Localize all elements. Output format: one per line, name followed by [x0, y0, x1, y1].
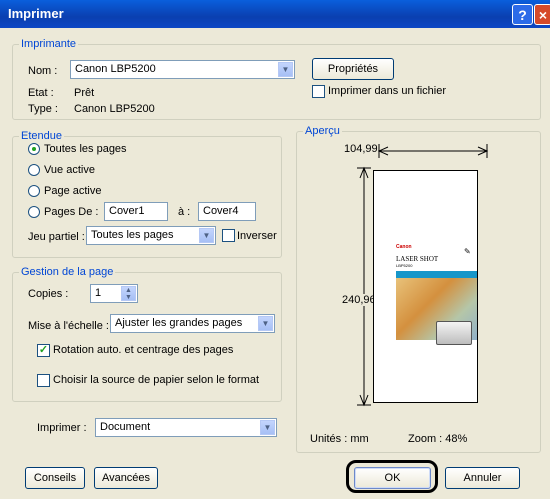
subset-select[interactable]: Toutes les pages ▼: [86, 226, 216, 245]
scaling-value: Ajuster les grandes pages: [115, 317, 243, 329]
auto-rotate-label[interactable]: Rotation auto. et centrage des pages: [53, 344, 233, 356]
printer-group-label: Imprimante: [19, 38, 79, 50]
tips-button[interactable]: Conseils: [25, 467, 85, 489]
preview-zoom: Zoom : 48%: [408, 433, 468, 445]
from-page-input[interactable]: Cover1: [104, 202, 168, 221]
print-what-value: Document: [100, 421, 151, 433]
close-icon[interactable]: ×: [534, 4, 550, 25]
current-page-label[interactable]: Page active: [44, 185, 101, 197]
preview-brand: Canon: [396, 244, 412, 250]
current-view-label[interactable]: Vue active: [44, 164, 95, 176]
chevron-down-icon[interactable]: ▼: [258, 316, 273, 331]
reverse-label[interactable]: Inverser: [237, 230, 277, 242]
all-pages-label[interactable]: Toutes les pages: [44, 143, 127, 155]
scaling-select[interactable]: Ajuster les grandes pages ▼: [110, 314, 275, 333]
page-handling-group-label: Gestion de la page: [19, 266, 116, 278]
preview-model: LBP5200: [396, 263, 413, 268]
scaling-label: Mise à l'échelle :: [28, 320, 109, 332]
printer-state-value: Prêt: [74, 87, 95, 99]
radio-all-pages[interactable]: [28, 143, 40, 155]
print-what-label: Imprimer :: [37, 422, 87, 434]
to-page-label: à :: [178, 206, 191, 218]
help-icon[interactable]: ?: [512, 4, 533, 25]
advanced-button[interactable]: Avancées: [94, 467, 158, 489]
printer-name-select[interactable]: Canon LBP5200 ▼: [70, 60, 295, 79]
radio-current-page[interactable]: [28, 185, 40, 197]
preview-group-label: Aperçu: [303, 125, 342, 137]
copies-label: Copies :: [28, 288, 69, 300]
auto-rotate-checkbox[interactable]: ✓: [37, 344, 50, 357]
print-dialog: Imprimer ? × Imprimante Nom : Canon LBP5…: [0, 0, 550, 499]
radio-current-view[interactable]: [28, 164, 40, 176]
copies-value: 1: [95, 287, 102, 299]
cancel-button[interactable]: Annuler: [445, 467, 520, 489]
printer-name-value: Canon LBP5200: [75, 63, 156, 75]
print-to-file-checkbox[interactable]: [312, 85, 325, 98]
preview-width-value: 104,99: [344, 143, 378, 155]
pages-from-label[interactable]: Pages De :: [44, 206, 98, 218]
pen-icon: ✎: [464, 247, 471, 256]
ok-highlight-callout: [346, 460, 438, 493]
title-bar[interactable]: Imprimer ? ×: [0, 0, 550, 28]
window-title: Imprimer: [8, 6, 64, 21]
subset-label: Jeu partiel :: [28, 231, 85, 243]
printer-image: [436, 321, 472, 345]
to-page-input[interactable]: Cover4: [198, 202, 256, 221]
copies-stepper[interactable]: 1 ▲ ▼: [90, 284, 138, 303]
printer-type-value: Canon LBP5200: [74, 103, 155, 115]
radio-pages[interactable]: [28, 206, 40, 218]
printer-name-label: Nom :: [28, 65, 58, 77]
paper-source-checkbox[interactable]: [37, 374, 50, 387]
properties-button[interactable]: Propriétés: [312, 58, 394, 80]
page-preview: Canon LASER SHOT LBP5200 ✎: [373, 170, 478, 403]
subset-value: Toutes les pages: [91, 229, 174, 241]
range-group-label: Etendue: [19, 130, 64, 142]
preview-height-value: 240,96: [342, 294, 376, 306]
reverse-checkbox[interactable]: [222, 229, 235, 242]
paper-source-label[interactable]: Choisir la source de papier selon le for…: [53, 374, 259, 386]
preview-units: Unités : mm: [310, 433, 369, 445]
printer-type-label: Type :: [28, 103, 58, 115]
print-to-file-label[interactable]: Imprimer dans un fichier: [328, 85, 446, 97]
spinner-arrows-icon[interactable]: ▲ ▼: [121, 286, 136, 301]
printer-state-label: Etat :: [28, 87, 54, 99]
print-what-select[interactable]: Document ▼: [95, 418, 277, 437]
chevron-down-icon[interactable]: ▼: [278, 62, 293, 77]
preview-title: LASER SHOT: [396, 255, 439, 263]
chevron-down-icon[interactable]: ▼: [260, 420, 275, 435]
preview-banner: [396, 271, 477, 278]
height-dimension-arrow: [357, 166, 371, 407]
width-dimension-arrow: [378, 144, 489, 158]
chevron-down-icon[interactable]: ▼: [199, 228, 214, 243]
